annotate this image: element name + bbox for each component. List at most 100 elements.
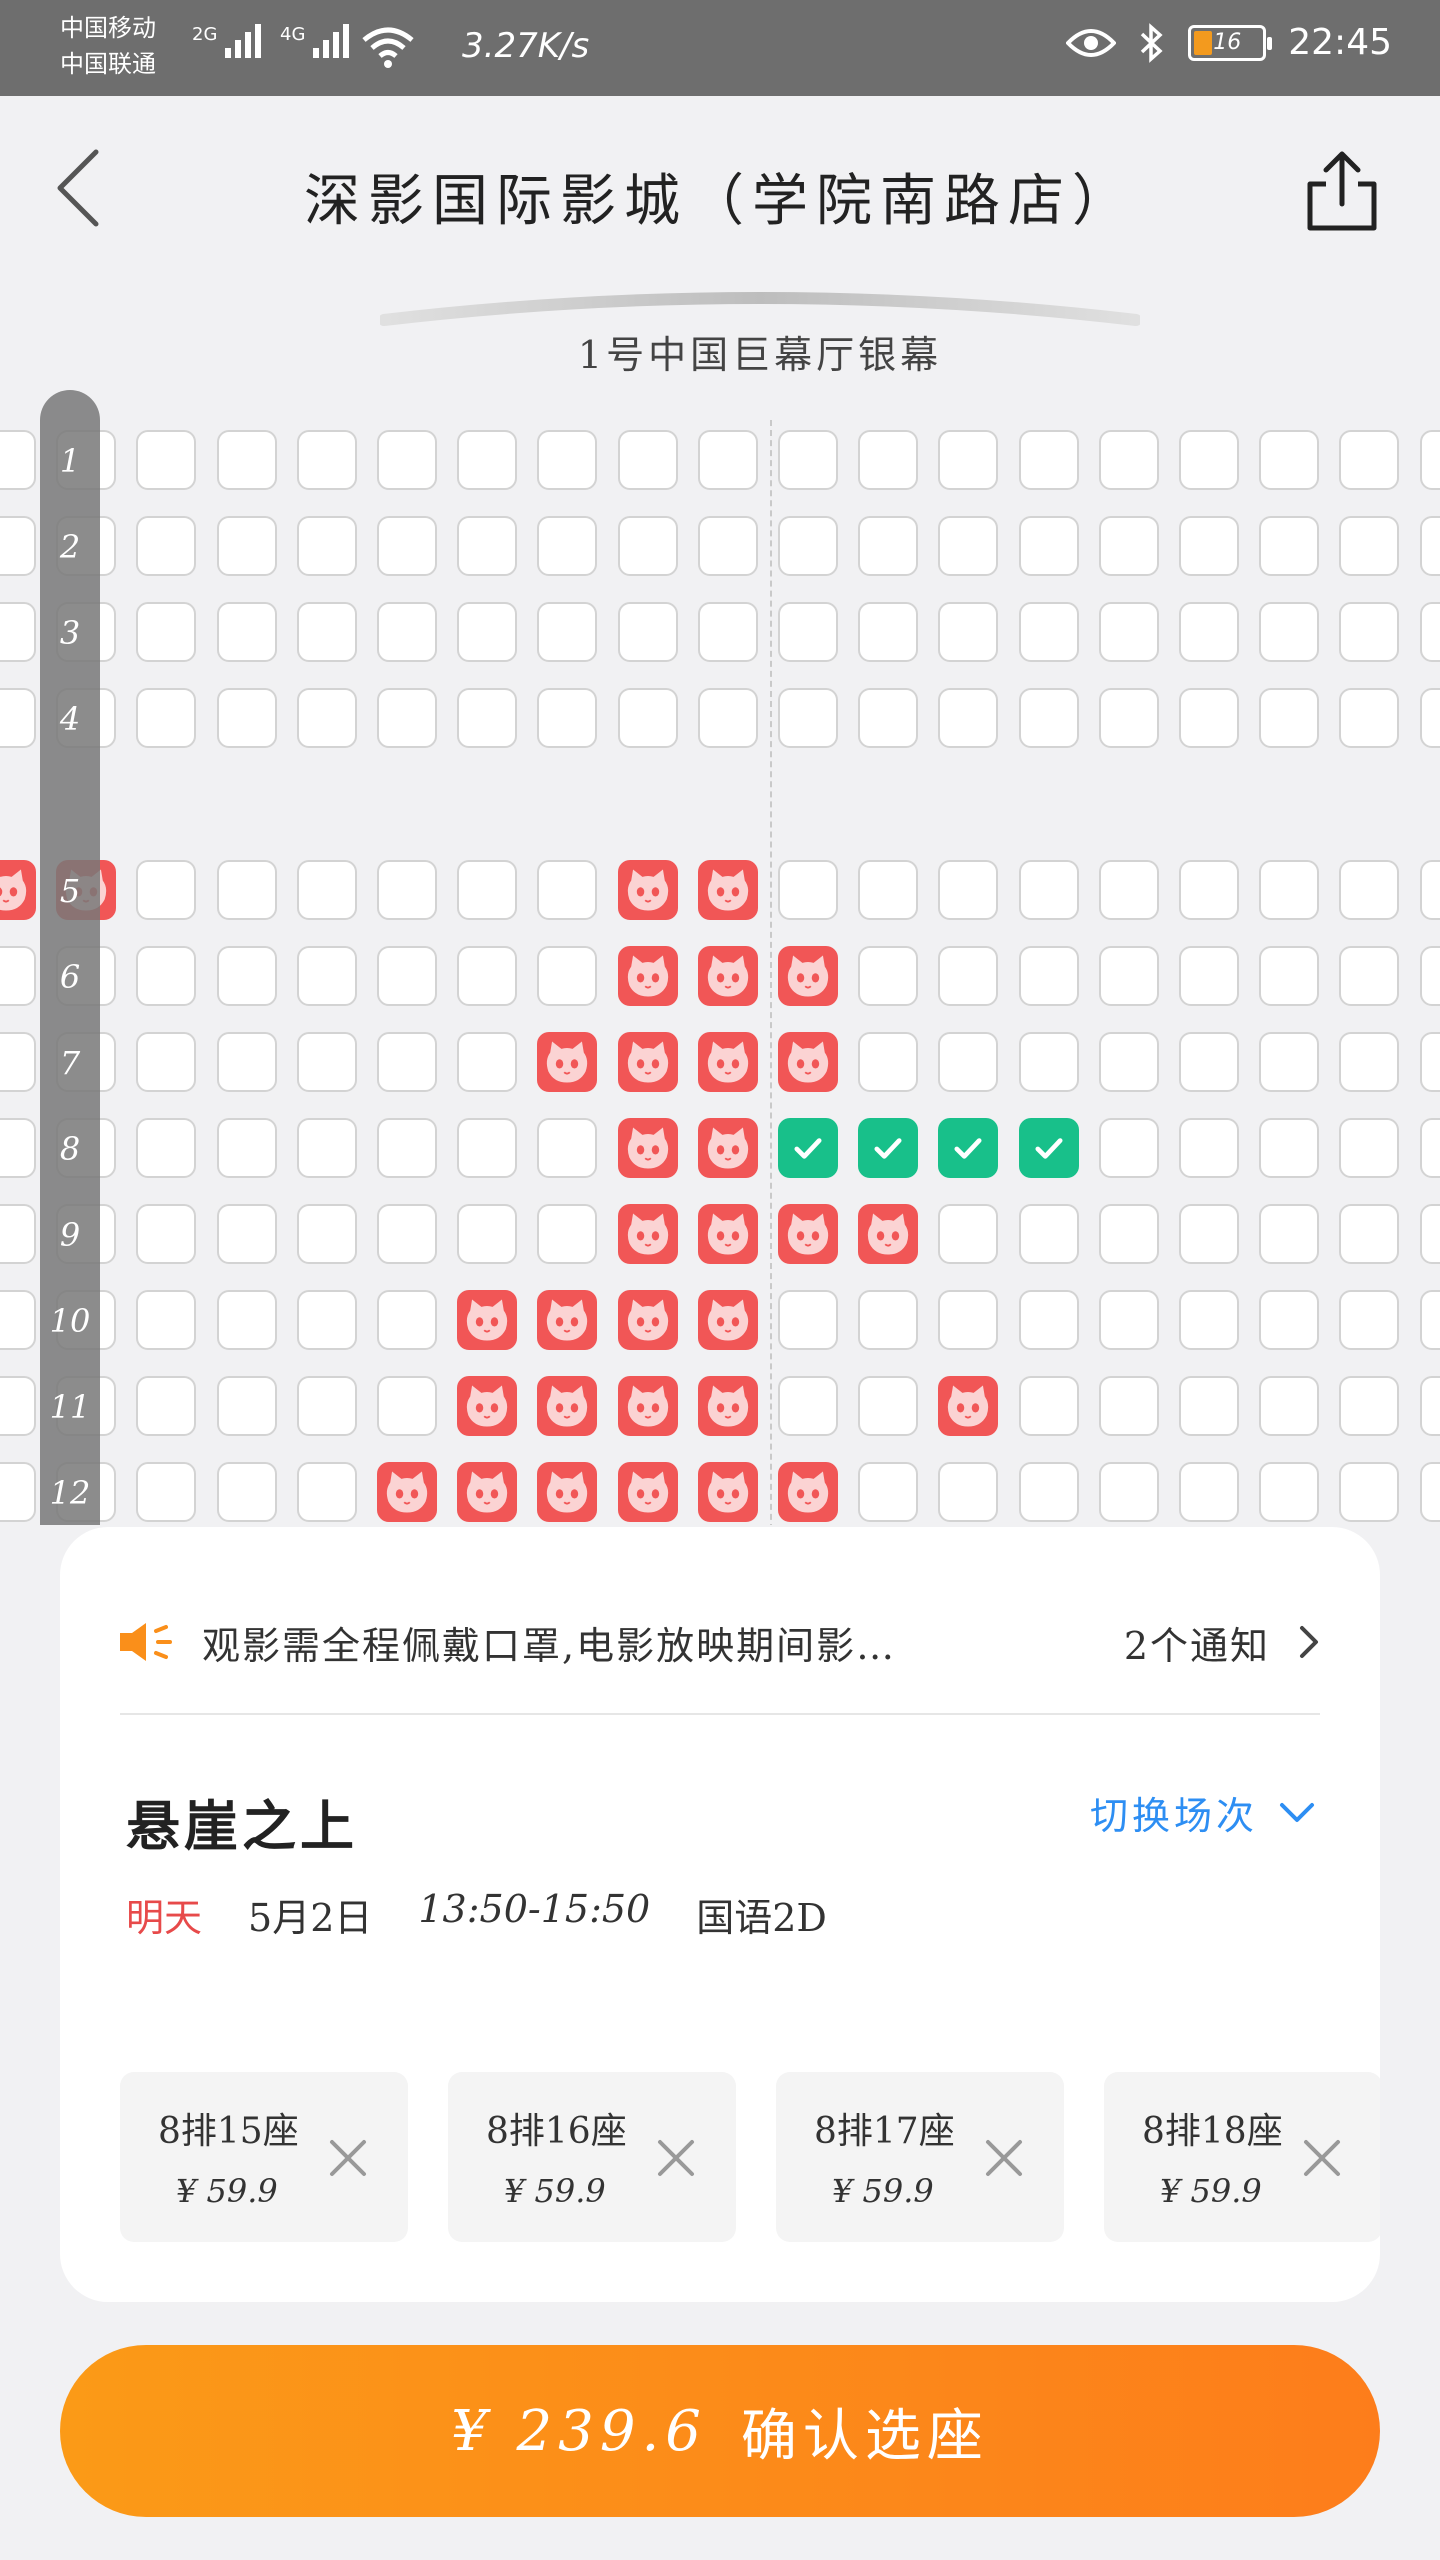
seat-available[interactable]	[457, 946, 517, 1006]
seat-available[interactable]	[1019, 946, 1079, 1006]
seat-available[interactable]	[297, 1118, 357, 1178]
seat-available[interactable]	[136, 430, 196, 490]
seat-available[interactable]	[1259, 860, 1319, 920]
seat-available[interactable]	[0, 946, 36, 1006]
seat-available[interactable]	[136, 1376, 196, 1436]
seat-available[interactable]	[136, 1204, 196, 1264]
seat-map[interactable]: 1 2 3 4 5 6 7 8 9 10 11 12	[0, 390, 1440, 1525]
seat-available[interactable]	[537, 1118, 597, 1178]
seat-available[interactable]	[618, 688, 678, 748]
seat-available[interactable]	[1420, 946, 1440, 1006]
seat-available[interactable]	[938, 1462, 998, 1522]
seat-available[interactable]	[1099, 1032, 1159, 1092]
seat-available[interactable]	[1259, 946, 1319, 1006]
seat-available[interactable]	[1339, 602, 1399, 662]
seat-available[interactable]	[217, 860, 277, 920]
seat-available[interactable]	[1259, 1204, 1319, 1264]
seat-available[interactable]	[217, 602, 277, 662]
seat-available[interactable]	[377, 602, 437, 662]
seat-available[interactable]	[297, 602, 357, 662]
seat-available[interactable]	[457, 430, 517, 490]
seat-available[interactable]	[0, 602, 36, 662]
seat-available[interactable]	[1019, 688, 1079, 748]
seat-available[interactable]	[136, 688, 196, 748]
seat-available[interactable]	[1179, 602, 1239, 662]
seat-available[interactable]	[217, 946, 277, 1006]
seat-available[interactable]	[1179, 860, 1239, 920]
seat-available[interactable]	[1420, 860, 1440, 920]
seat-available[interactable]	[938, 860, 998, 920]
seat-available[interactable]	[136, 1290, 196, 1350]
seat-available[interactable]	[1019, 1376, 1079, 1436]
seat-available[interactable]	[1339, 688, 1399, 748]
seat-available[interactable]	[778, 1376, 838, 1436]
seat-available[interactable]	[1339, 1032, 1399, 1092]
seat-available[interactable]	[618, 516, 678, 576]
seat-available[interactable]	[0, 688, 36, 748]
seat-available[interactable]	[1179, 688, 1239, 748]
seat-available[interactable]	[136, 1462, 196, 1522]
seat-available[interactable]	[778, 688, 838, 748]
seat-available[interactable]	[377, 1204, 437, 1264]
seat-available[interactable]	[1019, 1290, 1079, 1350]
seat-available[interactable]	[1339, 946, 1399, 1006]
seat-available[interactable]	[618, 602, 678, 662]
seat-available[interactable]	[377, 516, 437, 576]
seat-available[interactable]	[1099, 1290, 1159, 1350]
seat-available[interactable]	[377, 860, 437, 920]
seat-available[interactable]	[1099, 602, 1159, 662]
seat-available[interactable]	[1420, 688, 1440, 748]
seat-available[interactable]	[136, 1032, 196, 1092]
close-icon[interactable]	[982, 2136, 1026, 2180]
seat-available[interactable]	[537, 1204, 597, 1264]
seat-available[interactable]	[537, 946, 597, 1006]
seat-available[interactable]	[1019, 516, 1079, 576]
seat-available[interactable]	[537, 602, 597, 662]
seat-available[interactable]	[778, 602, 838, 662]
seat-available[interactable]	[457, 1032, 517, 1092]
seat-available[interactable]	[537, 516, 597, 576]
seat-available[interactable]	[858, 1032, 918, 1092]
ticket-chip[interactable]: 8排15座 ¥ 59.9	[120, 2072, 408, 2242]
seat-available[interactable]	[377, 1290, 437, 1350]
seat-available[interactable]	[1420, 430, 1440, 490]
share-icon[interactable]	[1304, 148, 1380, 234]
seat-available[interactable]	[457, 602, 517, 662]
seat-available[interactable]	[778, 430, 838, 490]
seat-available[interactable]	[1179, 946, 1239, 1006]
ticket-chip[interactable]: 8排17座 ¥ 59.9	[776, 2072, 1064, 2242]
seat-available[interactable]	[778, 516, 838, 576]
seat-available[interactable]	[1420, 516, 1440, 576]
seat-available[interactable]	[1339, 1118, 1399, 1178]
seat-available[interactable]	[0, 1204, 36, 1264]
seat-available[interactable]	[217, 1118, 277, 1178]
seat-available[interactable]	[1420, 1118, 1440, 1178]
seat-available[interactable]	[457, 688, 517, 748]
seat-available[interactable]	[217, 1032, 277, 1092]
seat-available[interactable]	[297, 516, 357, 576]
seat-available[interactable]	[0, 1462, 36, 1522]
seat-available[interactable]	[1019, 602, 1079, 662]
seat-available[interactable]	[1179, 1462, 1239, 1522]
seat-available[interactable]	[1420, 602, 1440, 662]
seat-available[interactable]	[457, 516, 517, 576]
seat-available[interactable]	[377, 1376, 437, 1436]
seat-available[interactable]	[0, 1376, 36, 1436]
seat-available[interactable]	[217, 1204, 277, 1264]
seat-available[interactable]	[136, 1118, 196, 1178]
seat-available[interactable]	[537, 860, 597, 920]
seat-available[interactable]	[537, 688, 597, 748]
seat-available[interactable]	[1099, 1376, 1159, 1436]
seat-available[interactable]	[1339, 516, 1399, 576]
seat-available[interactable]	[1259, 1462, 1319, 1522]
close-icon[interactable]	[1300, 2136, 1344, 2180]
seat-available[interactable]	[1099, 430, 1159, 490]
seat-available[interactable]	[1099, 1204, 1159, 1264]
seat-available[interactable]	[297, 430, 357, 490]
switch-showtime-button[interactable]: 切换场次	[1090, 1785, 1316, 1840]
seat-available[interactable]	[377, 1032, 437, 1092]
seat-available[interactable]	[1420, 1032, 1440, 1092]
seat-available[interactable]	[1259, 1118, 1319, 1178]
seat-available[interactable]	[938, 1204, 998, 1264]
seat-available[interactable]	[136, 602, 196, 662]
